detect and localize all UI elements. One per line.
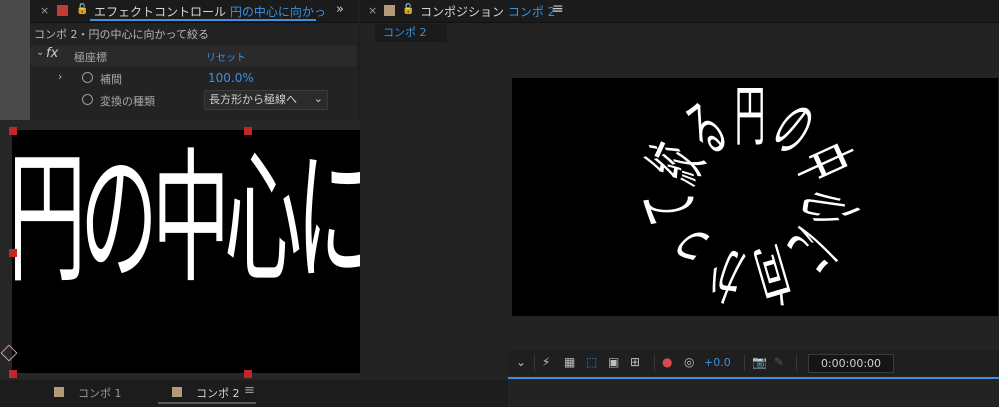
- show-snapshot-icon[interactable]: ✎: [774, 355, 784, 369]
- color-management-icon[interactable]: ◎: [684, 355, 694, 369]
- polar-glyph: 円: [735, 79, 766, 156]
- active-panel-indicator: [508, 377, 999, 379]
- hamburger-menu-icon[interactable]: ≡: [244, 383, 255, 398]
- effect-controls-tabbar: × 🔓 エフェクトコントロール 円の中心に向かっ »: [30, 0, 357, 23]
- transform-handle[interactable]: [244, 127, 252, 135]
- stopwatch-icon[interactable]: [82, 72, 93, 83]
- lock-icon[interactable]: 🔓: [402, 4, 414, 15]
- effect-subtitle: コンポ 2・円の中心に向かって絞る: [34, 28, 209, 41]
- transform-handle[interactable]: [9, 370, 17, 378]
- interp-value[interactable]: 100.0%: [208, 71, 254, 85]
- effect-controls-panel: × 🔓 エフェクトコントロール 円の中心に向かっ » コンポ 2・円の中心に向か…: [30, 0, 357, 120]
- tab-comp-name: コンポ 2: [507, 5, 556, 19]
- chevron-down-icon[interactable]: ⌄: [36, 47, 44, 58]
- hamburger-menu-icon[interactable]: ≡: [552, 1, 564, 17]
- param-name: 補間: [100, 73, 122, 86]
- lock-icon[interactable]: 🔓: [76, 4, 88, 15]
- viewer-toolbar: ⌄ ⚡ ▦ ⬚ ▣ ⊞ ● ◎ +0.0 📷 ✎ 0:00:00:00: [508, 350, 999, 376]
- composition-viewer[interactable]: 円の中心に向かって絞る: [512, 78, 998, 316]
- timeline-tabbar: コンポ 1 コンポ 2 ≡: [0, 380, 508, 407]
- composition-tabbar: × 🔓 コンポジション コンポ 2 ≡: [360, 0, 999, 23]
- transparency-grid-icon[interactable]: ▦: [564, 355, 575, 369]
- comp-swatch-icon: [54, 387, 64, 397]
- active-tab-underline: [90, 19, 316, 21]
- effect-row-polar[interactable]: ⌄ fx 極座標 リセット: [30, 46, 357, 66]
- tab-title-label: エフェクトコントロール: [94, 5, 227, 19]
- transform-handle[interactable]: [9, 249, 17, 257]
- param-name: 変換の種類: [100, 95, 155, 108]
- region-of-interest-icon[interactable]: ▣: [608, 355, 619, 369]
- transform-handle[interactable]: [244, 370, 252, 378]
- chevron-right-icon[interactable]: ›: [58, 70, 62, 83]
- grid-guides-icon[interactable]: ⊞: [630, 355, 640, 369]
- exposure-value[interactable]: +0.0: [704, 356, 731, 369]
- composition-tab[interactable]: コンポジション コンポ 2: [420, 3, 555, 20]
- effect-controls-tab[interactable]: エフェクトコントロール 円の中心に向かっ: [94, 3, 326, 20]
- chevron-down-icon: ⌄: [313, 92, 323, 105]
- divider: [744, 355, 745, 371]
- divider: [796, 355, 797, 371]
- reset-link[interactable]: リセット: [206, 49, 246, 64]
- transform-handle[interactable]: [9, 127, 17, 135]
- stopwatch-icon[interactable]: [82, 94, 93, 105]
- fx-toggle[interactable]: fx: [46, 46, 58, 61]
- comp-swatch-icon: [384, 5, 395, 16]
- conversion-type-select[interactable]: 長方形から極線へ ⌄: [204, 90, 328, 110]
- color-channels-icon[interactable]: ●: [662, 355, 672, 369]
- effect-swatch-icon: [57, 5, 68, 16]
- panel-more-button[interactable]: »: [336, 2, 344, 17]
- timeline-tab-comp2[interactable]: コンポ 2: [196, 385, 240, 401]
- chevron-down-icon[interactable]: ⌄: [516, 355, 526, 369]
- tab-layer-name: 円の中心に向かっ: [229, 5, 326, 19]
- tab-title-label: コンポジション: [420, 5, 505, 19]
- close-tab-button[interactable]: ×: [368, 4, 377, 17]
- left-gutter: [0, 0, 30, 120]
- comp-swatch-icon: [172, 387, 182, 397]
- fast-preview-icon[interactable]: ⚡: [542, 355, 550, 369]
- camera-snapshot-icon[interactable]: 📷: [752, 355, 767, 369]
- select-value: 長方形から極線へ: [209, 93, 297, 106]
- active-tab-underline: [158, 402, 256, 404]
- param-row-interp[interactable]: › 補間 100.0%: [30, 68, 357, 88]
- divider: [534, 355, 535, 371]
- effect-name: 極座標: [74, 51, 107, 64]
- mask-visibility-icon[interactable]: ⬚: [586, 355, 597, 369]
- comp-breadcrumb-tab[interactable]: コンポ 2: [375, 24, 447, 42]
- timeline-tab-comp1[interactable]: コンポ 1: [78, 385, 122, 401]
- polar-text-render: 円の中心に向かって絞る: [631, 79, 869, 315]
- divider: [654, 355, 655, 371]
- close-tab-button[interactable]: ×: [40, 4, 49, 17]
- param-row-conversion: 変換の種類 長方形から極線へ ⌄: [30, 90, 357, 110]
- current-time-display[interactable]: 0:00:00:00: [808, 354, 894, 373]
